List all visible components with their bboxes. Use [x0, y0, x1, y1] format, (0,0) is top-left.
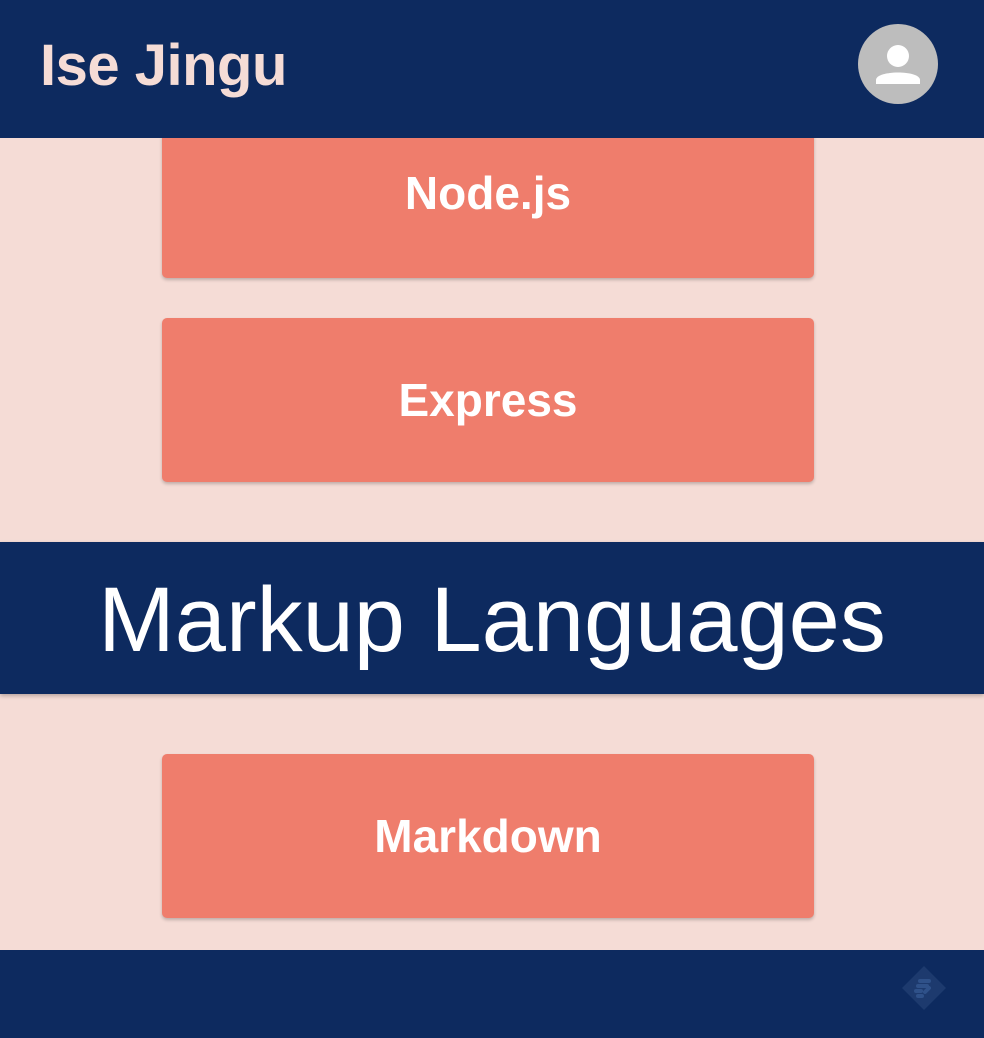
main-content: Node.js Express Markup Languages Markdow…: [0, 0, 984, 1038]
skill-card-label: Express: [398, 374, 578, 426]
skill-card-express[interactable]: Express: [162, 318, 814, 482]
feedly-icon[interactable]: [898, 964, 950, 1012]
footer: [0, 950, 984, 1038]
top-app-bar: Ise Jingu: [0, 0, 984, 138]
account-circle-icon[interactable]: [858, 24, 938, 104]
section-header: Markup Languages: [0, 542, 984, 694]
skill-card-label: Node.js: [404, 167, 572, 219]
skill-card-markdown[interactable]: Markdown: [162, 754, 814, 918]
section-heading: Markup Languages: [98, 569, 886, 671]
site-title[interactable]: Ise Jingu: [40, 32, 287, 100]
skill-card-label: Markdown: [374, 810, 602, 862]
